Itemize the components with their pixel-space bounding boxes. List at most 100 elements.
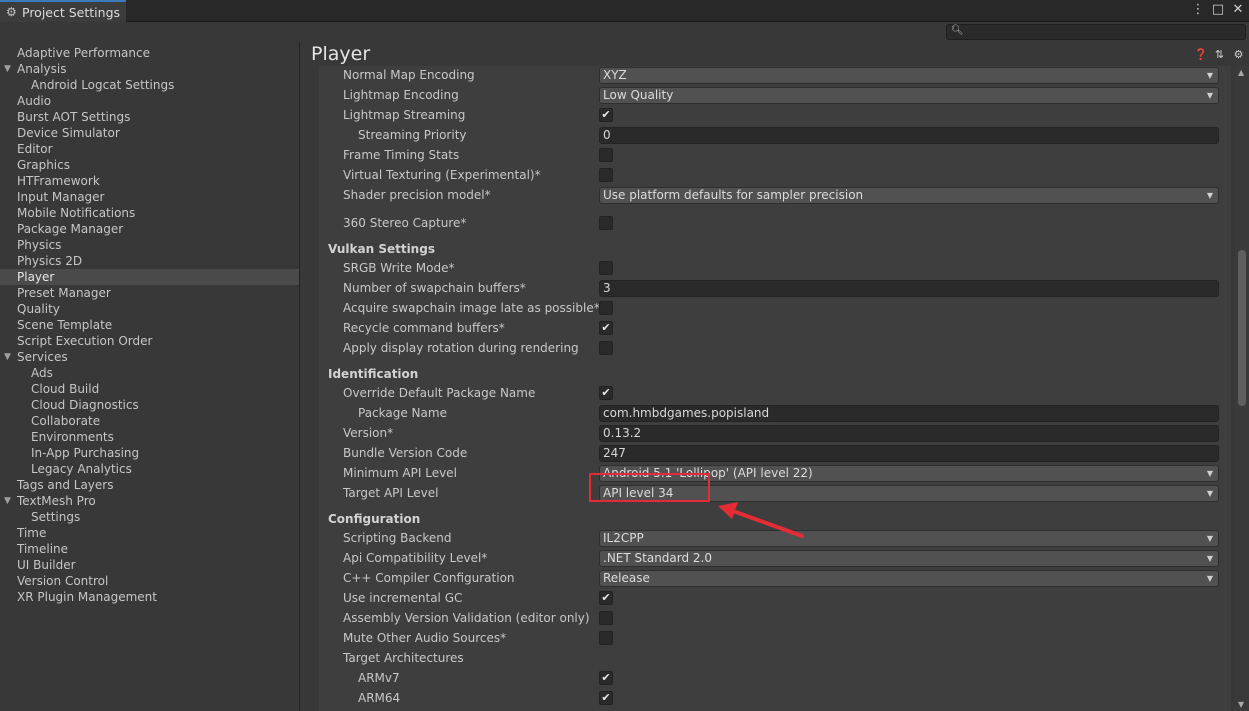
- dropdown-value: IL2CPP: [603, 531, 644, 545]
- package-name-field[interactable]: com.hmbdgames.popisland: [599, 405, 1219, 422]
- sidebar-item-analysis[interactable]: ▼ Analysis: [0, 61, 299, 77]
- preset-icon[interactable]: ⇅: [1213, 48, 1226, 61]
- sidebar-item-in-app-purchasing[interactable]: In-App Purchasing: [0, 445, 299, 461]
- dropdown-value: Release: [603, 571, 650, 585]
- setting-label: Scripting Backend: [343, 531, 452, 545]
- sidebar-item-settings[interactable]: Settings: [0, 509, 299, 525]
- setting-label: Frame Timing Stats: [343, 148, 460, 162]
- sidebar-item-ui-builder[interactable]: UI Builder: [0, 557, 299, 573]
- sidebar-item-label: Device Simulator: [17, 126, 120, 140]
- scrollbar-thumb[interactable]: [1238, 250, 1246, 406]
- sidebar-item-label: TextMesh Pro: [17, 494, 96, 508]
- api-compatibility-level-dropdown[interactable]: .NET Standard 2.0 ▼: [599, 550, 1219, 567]
- number-of-swapchain-buffers-field[interactable]: 3: [599, 280, 1219, 297]
- title-bar: ⚙ Project Settings ⋮ □ ✕: [0, 0, 1249, 22]
- expand-caret-icon[interactable]: ▼: [4, 493, 11, 509]
- srgb-write-mode-checkbox[interactable]: [599, 261, 613, 275]
- sidebar-item-adaptive-performance[interactable]: Adaptive Performance: [0, 45, 299, 61]
- sidebar-item-timeline[interactable]: Timeline: [0, 541, 299, 557]
- bundle-version-code-field[interactable]: 247: [599, 445, 1219, 462]
- virtual-texturing-experimental-checkbox[interactable]: [599, 168, 613, 182]
- sidebar-item-label: Settings: [31, 510, 81, 524]
- sidebar-item-collaborate[interactable]: Collaborate: [0, 413, 299, 429]
- sidebar-item-services[interactable]: ▼ Services: [0, 349, 299, 365]
- arm64-checkbox[interactable]: ✔: [599, 691, 613, 705]
- assembly-version-validation-editor-only-checkbox[interactable]: [599, 611, 613, 625]
- version-field[interactable]: 0.13.2: [599, 425, 1219, 442]
- sidebar-item-cloud-diagnostics[interactable]: Cloud Diagnostics: [0, 397, 299, 413]
- frame-timing-stats-checkbox[interactable]: [599, 148, 613, 162]
- sidebar-item-graphics[interactable]: Graphics: [0, 157, 299, 173]
- maximize-icon[interactable]: □: [1211, 2, 1225, 17]
- setting-label: Minimum API Level: [343, 466, 457, 480]
- sidebar-item-cloud-build[interactable]: Cloud Build: [0, 381, 299, 397]
- lightmap-encoding-dropdown[interactable]: Low Quality ▼: [599, 87, 1219, 104]
- sidebar-item-preset-manager[interactable]: Preset Manager: [0, 285, 299, 301]
- sidebar-item-label: Time: [17, 526, 47, 540]
- sidebar-item-legacy-analytics[interactable]: Legacy Analytics: [0, 461, 299, 477]
- expand-caret-icon[interactable]: ▼: [4, 61, 11, 77]
- sidebar-item-time[interactable]: Time: [0, 525, 299, 541]
- streaming-priority-field[interactable]: 0: [599, 127, 1219, 144]
- tab-project-settings[interactable]: ⚙ Project Settings: [0, 0, 126, 22]
- shader-precision-model-dropdown[interactable]: Use platform defaults for sampler precis…: [599, 187, 1219, 204]
- sidebar-item-device-simulator[interactable]: Device Simulator: [0, 125, 299, 141]
- sidebar-item-textmesh-pro[interactable]: ▼ TextMesh Pro: [0, 493, 299, 509]
- sidebar-item-mobile-notifications[interactable]: Mobile Notifications: [0, 205, 299, 221]
- sidebar-item-version-control[interactable]: Version Control: [0, 573, 299, 589]
- setting-label: Use incremental GC: [343, 591, 463, 605]
- normal-map-encoding-dropdown[interactable]: XYZ ▼: [599, 67, 1219, 84]
- setting-label: Assembly Version Validation (editor only…: [343, 611, 590, 625]
- sidebar-item-player[interactable]: Player: [0, 269, 299, 285]
- apply-display-rotation-during-rendering-checkbox[interactable]: [599, 341, 613, 355]
- mute-other-audio-sources-checkbox[interactable]: [599, 631, 613, 645]
- chevron-down-icon: ▼: [1206, 554, 1213, 563]
- scripting-backend-dropdown[interactable]: IL2CPP ▼: [599, 530, 1219, 547]
- sidebar-item-tags-and-layers[interactable]: Tags and Layers: [0, 477, 299, 493]
- sidebar-item-scene-template[interactable]: Scene Template: [0, 317, 299, 333]
- use-incremental-gc-checkbox[interactable]: ✔: [599, 591, 613, 605]
- search-input[interactable]: 🔍︎: [946, 24, 1246, 40]
- chevron-down-icon: ▼: [1206, 469, 1213, 478]
- vertical-scrollbar[interactable]: ▲ ▼: [1235, 66, 1249, 711]
- expand-caret-icon[interactable]: ▼: [4, 349, 11, 365]
- sidebar-item-environments[interactable]: Environments: [0, 429, 299, 445]
- sidebar-item-quality[interactable]: Quality: [0, 301, 299, 317]
- gear-icon: ⚙: [6, 5, 17, 19]
- acquire-swapchain-image-late-as-possible-checkbox[interactable]: [599, 301, 613, 315]
- sidebar-item-htframework[interactable]: HTFramework: [0, 173, 299, 189]
- close-icon[interactable]: ✕: [1231, 2, 1245, 17]
- section-vulkan-settings: Vulkan Settings: [319, 239, 1231, 259]
- header-icons: ❓ ⇅ ⚙: [1194, 48, 1245, 61]
- sidebar-item-physics[interactable]: Physics: [0, 237, 299, 253]
- sidebar-item-script-execution-order[interactable]: Script Execution Order: [0, 333, 299, 349]
- sidebar-item-burst-aot-settings[interactable]: Burst AOT Settings: [0, 109, 299, 125]
- help-icon[interactable]: ❓: [1194, 48, 1208, 61]
- armv7-checkbox[interactable]: ✔: [599, 671, 613, 685]
- sidebar-item-xr-plugin-management[interactable]: XR Plugin Management: [0, 589, 299, 605]
- sidebar-item-label: Collaborate: [31, 414, 101, 428]
- lightmap-streaming-checkbox[interactable]: ✔: [599, 108, 613, 122]
- more-menu-icon[interactable]: ⋮: [1191, 2, 1205, 17]
- scroll-down-icon[interactable]: ▼: [1238, 700, 1244, 709]
- setting-row-api-compatibility-level: Api Compatibility Level* .NET Standard 2.…: [319, 548, 1231, 568]
- sidebar-item-package-manager[interactable]: Package Manager: [0, 221, 299, 237]
- sidebar-item-label: Environments: [31, 430, 114, 444]
- settings-icon[interactable]: ⚙: [1232, 48, 1245, 61]
- scroll-up-icon[interactable]: ▲: [1238, 68, 1244, 77]
- sidebar-item-audio[interactable]: Audio: [0, 93, 299, 109]
- sidebar-item-physics-2d[interactable]: Physics 2D: [0, 253, 299, 269]
- sidebar-item-editor[interactable]: Editor: [0, 141, 299, 157]
- c-compiler-configuration-dropdown[interactable]: Release ▼: [599, 570, 1219, 587]
- sidebar-item-android-logcat-settings[interactable]: Android Logcat Settings: [0, 77, 299, 93]
- setting-row-virtual-texturing-experimental: Virtual Texturing (Experimental)*: [319, 165, 1231, 185]
- override-default-package-name-checkbox[interactable]: ✔: [599, 386, 613, 400]
- recycle-command-buffers-checkbox[interactable]: ✔: [599, 321, 613, 335]
- sidebar-item-label: Package Manager: [17, 222, 124, 236]
- setting-row-acquire-swapchain-image-late-as-possible: Acquire swapchain image late as possible…: [319, 298, 1231, 318]
- setting-row-bundle-version-code: Bundle Version Code 247: [319, 443, 1231, 463]
- 360-stereo-capture-checkbox[interactable]: [599, 216, 613, 230]
- sidebar-item-ads[interactable]: Ads: [0, 365, 299, 381]
- setting-row-recycle-command-buffers: Recycle command buffers* ✔: [319, 318, 1231, 338]
- sidebar-item-input-manager[interactable]: Input Manager: [0, 189, 299, 205]
